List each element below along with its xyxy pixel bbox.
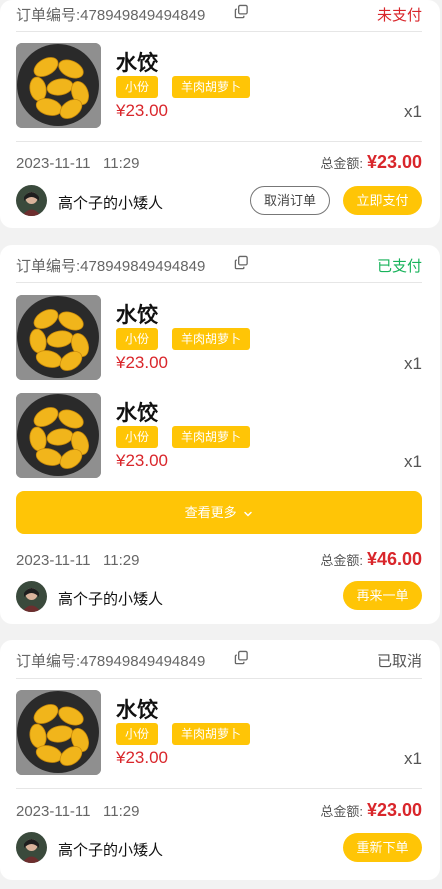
total-amount: ¥23.00 bbox=[366, 800, 422, 820]
item-tag: 小份 bbox=[116, 426, 159, 448]
order-card: 订单编号:478949849494849 已支付 水饺 小份 羊肉胡萝卜 ¥23… bbox=[0, 245, 440, 624]
total-amount: ¥23.00 bbox=[366, 152, 422, 172]
reorder-button[interactable]: 重新下单 bbox=[343, 833, 422, 862]
food-thumbnail bbox=[16, 295, 101, 380]
order-total: 总金额: ¥46.00 bbox=[320, 549, 422, 569]
chevron-down-icon bbox=[244, 511, 253, 517]
view-more-label: 查看更多 bbox=[184, 505, 237, 520]
food-thumbnail bbox=[16, 43, 101, 128]
order-header: 订单编号:478949849494849 未支付 bbox=[16, 0, 422, 32]
avatar bbox=[16, 185, 47, 216]
order-card: 订单编号:478949849494849 未支付 水饺 小份 羊肉胡萝卜 ¥23… bbox=[0, 0, 440, 228]
order-date: 2023-11-11 11:29 bbox=[16, 552, 140, 569]
total-amount: ¥46.00 bbox=[366, 549, 422, 569]
item-price: ¥23.00 bbox=[116, 101, 168, 120]
item-tag: 小份 bbox=[116, 76, 159, 98]
item-name: 水饺 bbox=[116, 304, 158, 327]
avatar bbox=[16, 581, 47, 612]
item-quantity: x1 bbox=[404, 749, 422, 768]
copy-icon[interactable] bbox=[234, 255, 249, 270]
item-name: 水饺 bbox=[116, 402, 158, 425]
view-more-button[interactable]: 查看更多 bbox=[16, 491, 422, 534]
order-item[interactable]: 水饺 小份 羊肉胡萝卜 ¥23.00 x1 bbox=[16, 393, 422, 479]
order-item[interactable]: 水饺 小份 羊肉胡萝卜 ¥23.00 x1 bbox=[16, 43, 422, 129]
item-tag: 羊肉胡萝卜 bbox=[172, 76, 251, 98]
order-status: 未支付 bbox=[376, 7, 422, 24]
copy-icon[interactable] bbox=[234, 4, 249, 19]
user-name: 高个子的小矮人 bbox=[58, 195, 164, 212]
order-total: 总金额: ¥23.00 bbox=[320, 800, 422, 820]
user-name: 高个子的小矮人 bbox=[58, 842, 164, 859]
divider bbox=[16, 788, 422, 789]
order-number: 订单编号:478949849494849 bbox=[16, 653, 206, 670]
order-item[interactable]: 水饺 小份 羊肉胡萝卜 ¥23.00 x1 bbox=[16, 295, 422, 381]
order-item[interactable]: 水饺 小份 羊肉胡萝卜 ¥23.00 x1 bbox=[16, 690, 422, 776]
order-card: 订单编号:478949849494849 已取消 水饺 小份 羊肉胡萝卜 ¥23… bbox=[0, 640, 440, 880]
food-thumbnail bbox=[16, 393, 101, 478]
order-header: 订单编号:478949849494849 已支付 bbox=[16, 251, 422, 283]
item-price: ¥23.00 bbox=[116, 748, 168, 767]
order-status: 已支付 bbox=[376, 258, 422, 275]
food-thumbnail bbox=[16, 690, 101, 775]
item-tag: 羊肉胡萝卜 bbox=[172, 723, 251, 745]
copy-icon[interactable] bbox=[234, 650, 249, 665]
item-tag: 小份 bbox=[116, 328, 159, 350]
divider bbox=[16, 141, 422, 142]
item-quantity: x1 bbox=[404, 354, 422, 373]
order-header: 订单编号:478949849494849 已取消 bbox=[16, 646, 422, 679]
cancel-order-button[interactable]: 取消订单 bbox=[250, 186, 330, 215]
pay-now-button[interactable]: 立即支付 bbox=[343, 186, 422, 215]
reorder-button[interactable]: 再来一单 bbox=[343, 581, 422, 610]
item-price: ¥23.00 bbox=[116, 451, 168, 470]
item-name: 水饺 bbox=[116, 52, 158, 75]
item-quantity: x1 bbox=[404, 452, 422, 471]
item-tag: 羊肉胡萝卜 bbox=[172, 328, 251, 350]
item-tag: 小份 bbox=[116, 723, 159, 745]
user-name: 高个子的小矮人 bbox=[58, 591, 164, 608]
order-total: 总金额: ¥23.00 bbox=[320, 152, 422, 172]
item-tag: 羊肉胡萝卜 bbox=[172, 426, 251, 448]
item-quantity: x1 bbox=[404, 102, 422, 121]
item-name: 水饺 bbox=[116, 699, 158, 722]
item-price: ¥23.00 bbox=[116, 353, 168, 372]
order-status: 已取消 bbox=[376, 653, 422, 670]
order-date: 2023-11-11 11:29 bbox=[16, 803, 140, 820]
avatar bbox=[16, 832, 47, 863]
order-date: 2023-11-11 11:29 bbox=[16, 155, 140, 172]
order-number: 订单编号:478949849494849 bbox=[16, 7, 206, 24]
order-number: 订单编号:478949849494849 bbox=[16, 258, 206, 275]
